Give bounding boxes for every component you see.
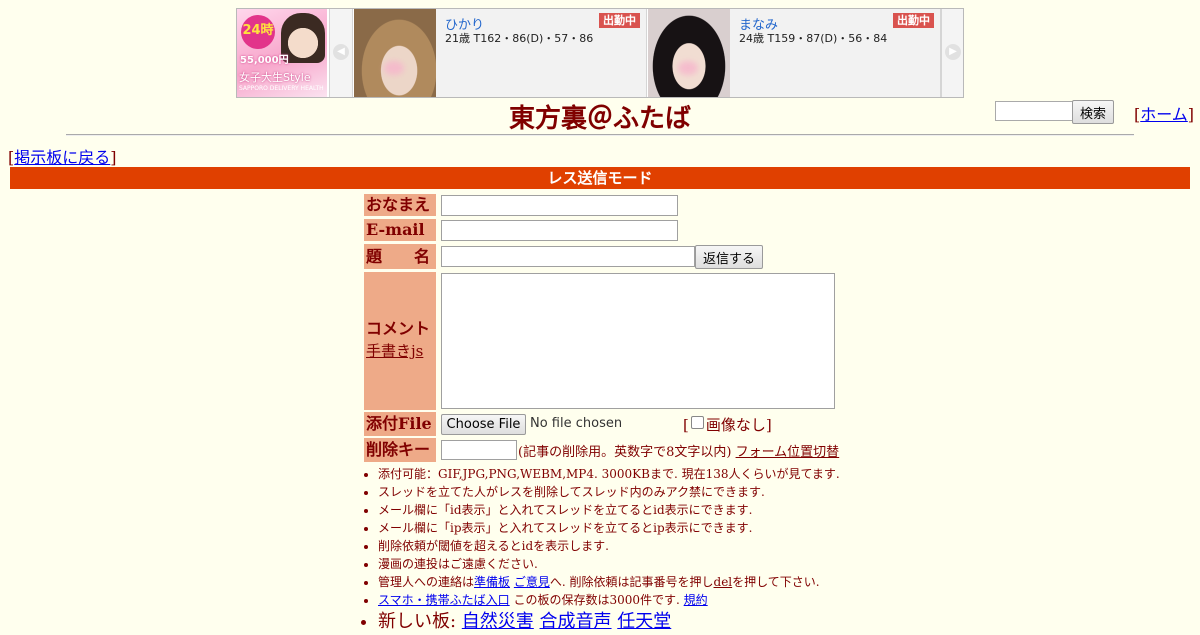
search-button[interactable]: 検索 <box>1072 100 1114 124</box>
subject-label: 題 名 <box>364 244 436 269</box>
email-label: E-mail <box>364 219 436 241</box>
submit-reply-button[interactable]: 返信する <box>695 245 763 269</box>
email-field[interactable] <box>441 220 678 241</box>
ad-next-button[interactable]: ▶ <box>941 9 963 97</box>
ad-card-info: 21歳 T162・86(D)・57・86 <box>445 32 594 45</box>
note-text: 管理人への連絡は <box>378 575 475 589</box>
no-image-label: 画像なし <box>705 416 766 434</box>
ad-card[interactable]: まなみ 出勤中 24歳 T159・87(D)・56・84 <box>648 9 941 97</box>
list-item: 管理人への連絡は準備板 ご意見へ. 削除依頼は記事番号を押しdelを押して下さい… <box>378 573 840 591</box>
delete-key-field[interactable] <box>441 440 517 460</box>
new-board-link[interactable]: 任天堂 <box>617 611 671 632</box>
list-item: メール欄に「id表示」と入れてスレッドを立てるとid表示にできます. <box>378 501 840 519</box>
ad-prev-button[interactable]: ◀ <box>329 9 353 97</box>
no-image-option: [画像なし] <box>683 416 772 434</box>
chevron-right-icon: ▶ <box>945 44 961 60</box>
list-item: メール欄に「ip表示」と入れてスレッドを立てるとip表示にできます. <box>378 519 840 537</box>
ad-card[interactable]: ひかり 出勤中 21歳 T162・86(D)・57・86 <box>354 9 647 97</box>
new-board-link[interactable]: 合成音声 <box>540 611 612 632</box>
ad-banner[interactable]: 24時 55,000円 女子大生Style SAPPORO DELIVERY H… <box>236 8 964 98</box>
list-item: スレッドを立てた人がレスを削除してスレッド内のみアク禁にできます. <box>378 483 840 501</box>
terms-link[interactable]: 規約 <box>684 593 708 607</box>
ad-logo-subtitle: SAPPORO DELIVERY HEALTH <box>239 85 324 92</box>
ad-logo-price: 55,000円 <box>240 55 289 66</box>
back-link-wrapper: [掲示板に戻る] <box>8 148 117 167</box>
list-item: 新しい板: 自然災害 合成音声 任天堂 <box>378 609 840 635</box>
list-item: スマホ・携帯ふたば入口 この板の保存数は3000件です. 規約 <box>378 591 840 609</box>
new-board-link[interactable]: 自然災害 <box>462 611 534 632</box>
file-label: 添付File <box>364 412 436 436</box>
feedback-link[interactable]: ご意見 <box>514 575 550 589</box>
ad-24h-badge: 24時 <box>241 15 275 49</box>
note-text: へ. 削除依頼は記事番号を押し <box>549 575 714 589</box>
search-input[interactable] <box>995 101 1078 121</box>
ad-card-photo <box>354 9 436 97</box>
comment-label-cell: コメント 手書きjs <box>364 272 436 410</box>
delete-key-label: 削除キー <box>364 438 436 462</box>
list-item: 削除依頼が閾値を超えるとidを表示します. <box>378 537 840 555</box>
comment-label: コメント <box>366 319 431 338</box>
subject-field[interactable] <box>441 246 695 267</box>
notes-list: 添付可能：GIF,JPG,PNG,WEBM,MP4. 3000KBまで. 現在1… <box>363 465 840 635</box>
choose-file-button[interactable]: Choose File <box>441 414 526 435</box>
ad-shop-logo[interactable]: 24時 55,000円 女子大生Style SAPPORO DELIVERY H… <box>237 9 327 97</box>
form-position-toggle-link[interactable]: フォーム位置切替 <box>736 445 840 460</box>
delete-key-note: (記事の削除用。英数字で8文字以内) <box>518 445 732 460</box>
home-link-wrapper: [ホーム] <box>1134 105 1195 124</box>
ad-card-photo <box>648 9 730 97</box>
home-link[interactable]: ホーム <box>1140 105 1188 124</box>
note-text: この板の保存数は3000件です. <box>509 593 680 607</box>
chevron-left-icon: ◀ <box>333 44 349 60</box>
no-image-checkbox[interactable] <box>690 416 704 429</box>
name-field[interactable] <box>441 195 678 216</box>
ad-card-info: 24歳 T159・87(D)・56・84 <box>739 32 888 45</box>
comment-textarea[interactable] <box>441 273 835 409</box>
status-badge: 出勤中 <box>893 13 934 28</box>
status-badge: 出勤中 <box>599 13 640 28</box>
delete-key-note-row: (記事の削除用。英数字で8文字以内) フォーム位置切替 <box>518 441 839 460</box>
prep-board-link[interactable]: 準備板 <box>474 575 510 589</box>
ad-logo-name: 女子大生Style <box>239 71 311 84</box>
list-item: 漫画の連投はご遠慮ください. <box>378 555 840 573</box>
note-text: を押して下さい. <box>732 575 820 589</box>
no-file-text: No file chosen <box>530 416 623 431</box>
divider <box>66 134 1134 136</box>
reply-mode-bar: レス送信モード <box>10 167 1190 189</box>
back-to-board-link[interactable]: 掲示板に戻る <box>14 148 110 167</box>
del-link[interactable]: del <box>714 575 733 589</box>
list-item: 添付可能：GIF,JPG,PNG,WEBM,MP4. 3000KBまで. 現在1… <box>378 465 840 483</box>
name-label: おなまえ <box>364 194 436 216</box>
handwrite-link[interactable]: 手書きjs <box>366 342 423 360</box>
note-text: 新しい板: <box>378 611 462 632</box>
mobile-entrance-link[interactable]: スマホ・携帯ふたば入口 <box>378 593 510 607</box>
